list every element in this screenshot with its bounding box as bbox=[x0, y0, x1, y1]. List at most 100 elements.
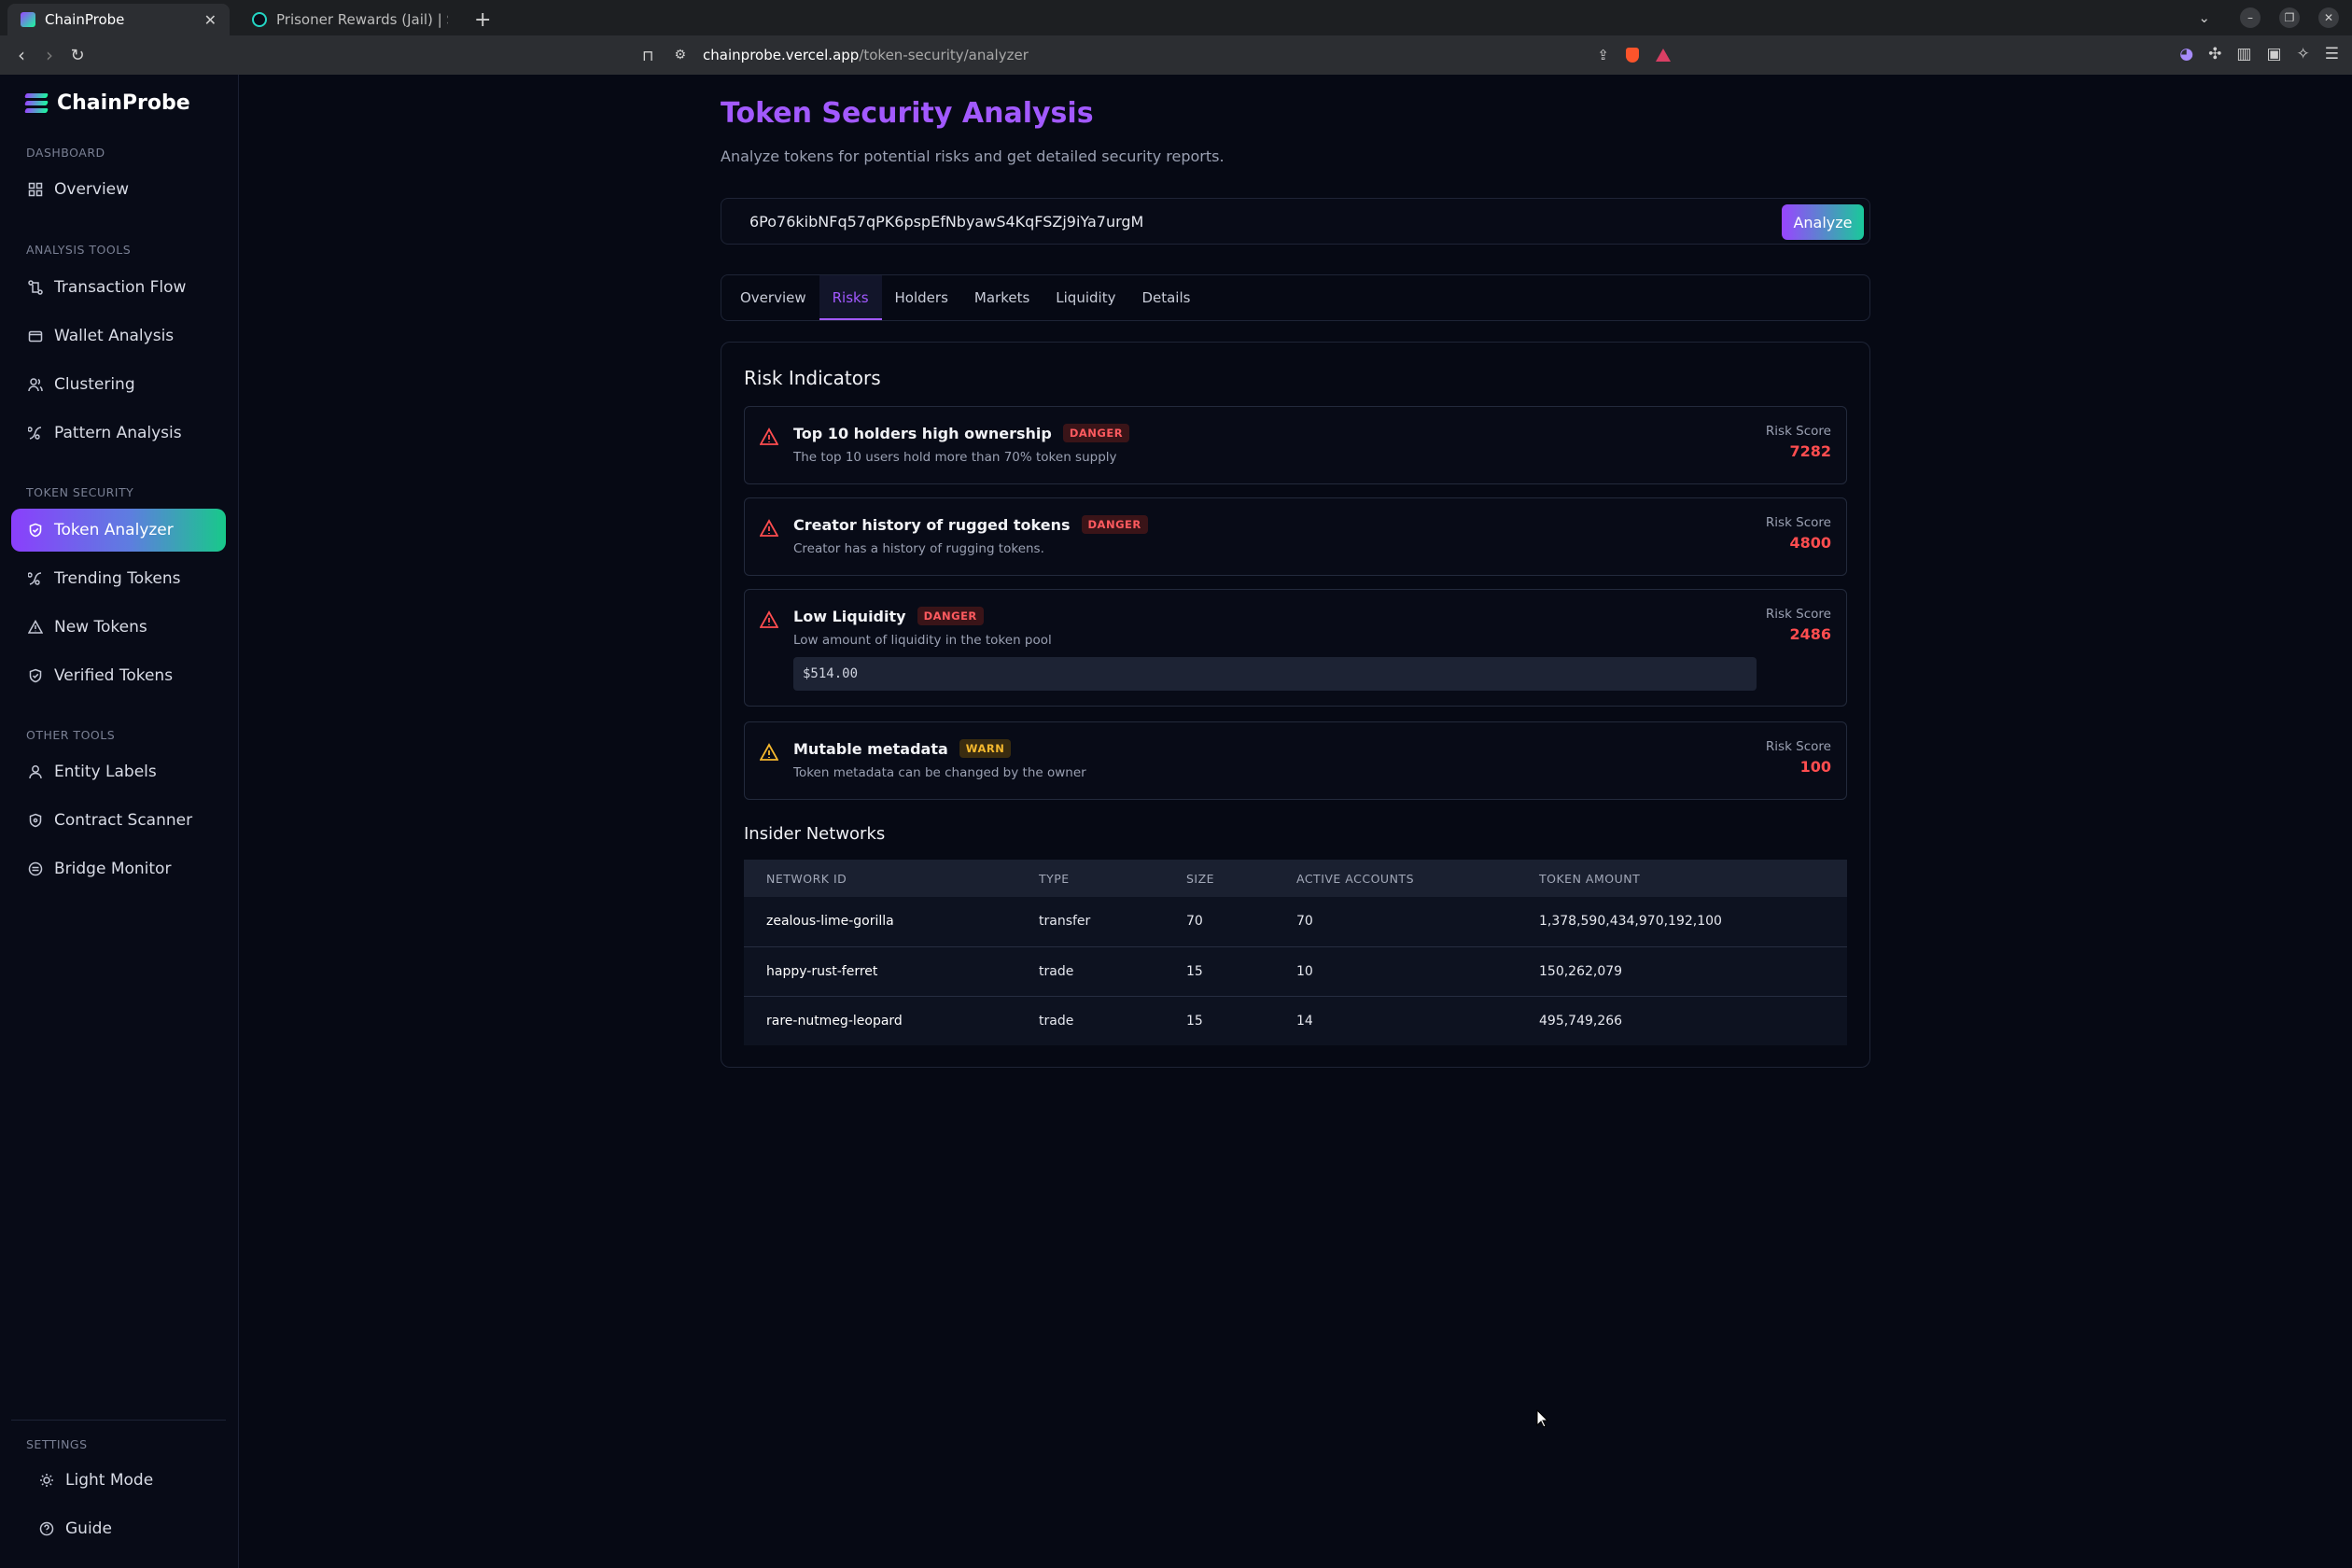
page-title: Token Security Analysis bbox=[721, 97, 1094, 130]
table-header-row: NETWORK ID TYPE SIZE ACTIVE ACCOUNTS TOK… bbox=[744, 860, 1847, 897]
reload-icon[interactable]: ↻ bbox=[63, 46, 91, 65]
sidebar-item-overview[interactable]: Overview bbox=[11, 168, 226, 211]
risk-name: Top 10 holders high ownership bbox=[793, 424, 1052, 442]
alert-triangle-icon bbox=[760, 427, 778, 445]
network-token-amount: 1,378,590,434,970,192,100 bbox=[1517, 897, 1847, 947]
sidebar-item-label: Pattern Analysis bbox=[54, 424, 182, 442]
sidebar-item-label: New Tokens bbox=[54, 618, 147, 637]
risk-description: The top 10 users hold more than 70% toke… bbox=[793, 450, 1117, 465]
sidebar-item-label: Transaction Flow bbox=[54, 278, 187, 297]
sidebar-item-label: Overview bbox=[54, 180, 130, 199]
tab-overview[interactable]: Overview bbox=[727, 275, 819, 320]
sidebar-item-label: Trending Tokens bbox=[54, 569, 181, 588]
brand-logo[interactable]: ChainProbe bbox=[24, 91, 190, 115]
column-header: TYPE bbox=[1016, 860, 1164, 897]
tab-holders[interactable]: Holders bbox=[882, 275, 961, 320]
address-bar[interactable]: ⊓ ⚙ chainprobe.vercel.app/token-security… bbox=[625, 39, 1671, 71]
table-row[interactable]: happy-rust-ferret trade 15 10 150,262,07… bbox=[744, 946, 1847, 997]
liquidity-value: $514.00 bbox=[793, 657, 1757, 691]
risk-level-badge: WARN bbox=[959, 739, 1012, 758]
new-tab-button[interactable]: + bbox=[474, 4, 491, 35]
url-text[interactable]: chainprobe.vercel.app/token-security/ana… bbox=[703, 47, 1029, 63]
restore-icon[interactable]: ❐ bbox=[2279, 7, 2300, 28]
sidebar-item-verified-tokens[interactable]: Verified Tokens bbox=[11, 654, 226, 697]
sidebar-item-contract-scanner[interactable]: Contract Scanner bbox=[11, 799, 226, 842]
risk-score-value: 7282 bbox=[1789, 442, 1831, 460]
sidebar-item-clustering[interactable]: Clustering bbox=[11, 363, 226, 406]
sidebar-item-label: Wallet Analysis bbox=[54, 327, 175, 345]
browser-tab-chainprobe[interactable]: ChainProbe ✕ bbox=[7, 4, 230, 35]
back-icon[interactable]: ‹ bbox=[7, 44, 35, 66]
risk-name: Mutable metadata bbox=[793, 739, 948, 758]
sidebar-item-trending-tokens[interactable]: Trending Tokens bbox=[11, 557, 226, 600]
sidebar-item-pattern-analysis[interactable]: Pattern Analysis bbox=[11, 412, 226, 455]
sidebar-item-entity-labels[interactable]: Entity Labels bbox=[11, 750, 226, 793]
brave-shield-icon[interactable] bbox=[1626, 48, 1639, 63]
extensions-puzzle-icon[interactable]: ✣ bbox=[2208, 45, 2221, 63]
close-icon[interactable]: ✕ bbox=[204, 11, 217, 29]
network-id: rare-nutmeg-leopard bbox=[744, 996, 1016, 1045]
section-label-dashboard: DASHBOARD bbox=[26, 146, 105, 160]
sidebar-item-label: Bridge Monitor bbox=[54, 860, 172, 878]
token-address-input[interactable] bbox=[749, 206, 1720, 236]
risk-card: Mutable metadata WARN Token metadata can… bbox=[744, 721, 1847, 800]
analysis-tabs: Overview Risks Holders Markets Liquidity… bbox=[721, 274, 1870, 321]
sidebar-item-guide[interactable]: Guide bbox=[11, 1507, 226, 1550]
table-row[interactable]: rare-nutmeg-leopard trade 15 14 495,749,… bbox=[744, 996, 1847, 1045]
warning-triangle-icon bbox=[760, 743, 778, 761]
monitor-icon bbox=[28, 861, 43, 876]
window-controls: ⌄ – ❐ ✕ bbox=[2198, 7, 2339, 28]
risk-score-label: Risk Score bbox=[1765, 424, 1831, 439]
pattern-icon bbox=[28, 426, 43, 441]
network-token-amount: 495,749,266 bbox=[1517, 996, 1847, 1045]
users-icon bbox=[28, 377, 43, 392]
tab-details[interactable]: Details bbox=[1128, 275, 1203, 320]
sidebar-item-label: Token Analyzer bbox=[54, 521, 174, 539]
risk-score-value: 2486 bbox=[1789, 625, 1831, 643]
forward-icon[interactable]: › bbox=[35, 44, 63, 66]
shield-icon bbox=[28, 813, 43, 828]
network-type: transfer bbox=[1016, 897, 1164, 947]
sidebar-item-bridge-monitor[interactable]: Bridge Monitor bbox=[11, 847, 226, 890]
leo-ai-icon[interactable]: ✧ bbox=[2297, 45, 2310, 63]
chevron-down-icon[interactable]: ⌄ bbox=[2198, 9, 2210, 26]
menu-icon[interactable]: ☰ bbox=[2325, 45, 2339, 63]
analyze-button[interactable]: Analyze bbox=[1782, 204, 1864, 240]
sidebar-item-wallet-analysis[interactable]: Wallet Analysis bbox=[11, 315, 226, 357]
grid-icon bbox=[28, 182, 43, 197]
table-row[interactable]: zealous-lime-gorilla transfer 70 70 1,37… bbox=[744, 897, 1847, 947]
network-active-accounts: 14 bbox=[1274, 996, 1517, 1045]
risk-name: Low Liquidity bbox=[793, 607, 906, 625]
site-settings-icon[interactable]: ⚙ bbox=[674, 48, 686, 63]
flow-icon bbox=[28, 280, 43, 295]
mouse-cursor-icon bbox=[1536, 1409, 1549, 1428]
sidebar-item-new-tokens[interactable]: New Tokens bbox=[11, 606, 226, 649]
risk-description: Low amount of liquidity in the token poo… bbox=[793, 633, 1052, 648]
extension-icons: ◕ ✣ ▥ ▣ ✧ ☰ bbox=[2179, 45, 2339, 63]
browser-tab-title: ChainProbe bbox=[45, 11, 125, 28]
sidebar-item-transaction-flow[interactable]: Transaction Flow bbox=[11, 266, 226, 309]
brave-rewards-icon[interactable] bbox=[1656, 49, 1671, 62]
network-size: 15 bbox=[1164, 996, 1274, 1045]
section-label-analysis: ANALYSIS TOOLS bbox=[26, 243, 132, 257]
close-window-icon[interactable]: ✕ bbox=[2318, 7, 2339, 28]
browser-tab-prisoner-rewards[interactable]: Prisoner Rewards (Jail) | Sol bbox=[239, 4, 461, 35]
tab-risks[interactable]: Risks bbox=[819, 275, 882, 320]
sidebar-item-token-analyzer[interactable]: Token Analyzer bbox=[11, 509, 226, 552]
browser-toolbar: ‹ › ↻ ⊓ ⚙ chainprobe.vercel.app/token-se… bbox=[0, 35, 2352, 75]
tab-liquidity[interactable]: Liquidity bbox=[1043, 275, 1128, 320]
minimize-icon[interactable]: – bbox=[2240, 7, 2261, 28]
bookmark-icon[interactable]: ⊓ bbox=[642, 47, 653, 64]
wallet-extension-icon[interactable]: ◕ bbox=[2179, 45, 2193, 63]
network-id: zealous-lime-gorilla bbox=[744, 897, 1016, 947]
network-type: trade bbox=[1016, 946, 1164, 997]
risk-indicators-title: Risk Indicators bbox=[744, 367, 881, 389]
light-mode-toggle[interactable]: Light Mode bbox=[11, 1459, 226, 1502]
alert-triangle-icon bbox=[760, 610, 778, 628]
share-icon[interactable]: ⇪ bbox=[1597, 47, 1609, 63]
wallet-icon[interactable]: ▣ bbox=[2266, 45, 2281, 63]
column-header: SIZE bbox=[1164, 860, 1274, 897]
tab-markets[interactable]: Markets bbox=[961, 275, 1043, 320]
network-token-amount: 150,262,079 bbox=[1517, 946, 1847, 997]
sidebar-toggle-icon[interactable]: ▥ bbox=[2236, 45, 2251, 63]
